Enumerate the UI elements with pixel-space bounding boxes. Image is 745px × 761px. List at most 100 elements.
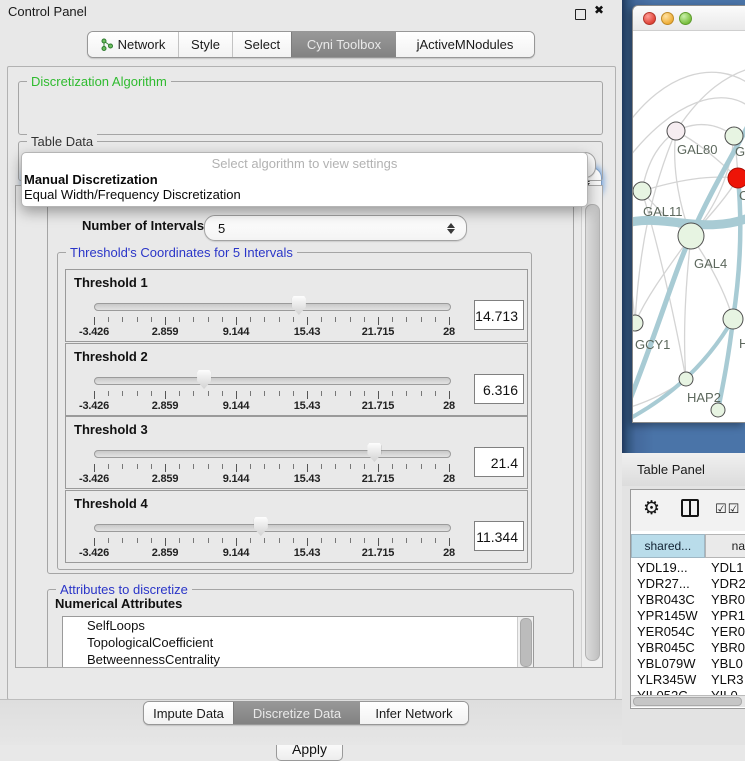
slider-track[interactable] <box>94 303 451 311</box>
zoom-traffic-light-icon[interactable] <box>679 12 692 25</box>
tick-mark <box>321 391 322 396</box>
float-window-icon[interactable] <box>575 9 586 20</box>
tab-style[interactable]: Style <box>178 32 232 57</box>
numerical-attributes-list[interactable]: SelfLoopsTopologicalCoefficientBetweenne… <box>62 616 534 668</box>
edge[interactable] <box>691 236 733 319</box>
gear-icon[interactable]: ⚙ <box>643 497 660 520</box>
group-title: Table Data <box>27 134 97 149</box>
vertical-scrollbar[interactable] <box>581 186 602 667</box>
network-window-titlebar[interactable] <box>633 6 745 31</box>
column-header-na[interactable]: na <box>705 534 745 558</box>
table-row[interactable]: YBL079WYBL0 <box>631 656 745 672</box>
GAL11-node[interactable] <box>633 182 651 200</box>
slider-thumb[interactable] <box>292 296 306 315</box>
close-traffic-light-icon[interactable] <box>643 12 656 25</box>
popup-option-equal-width[interactable]: Equal Width/Frequency Discretization <box>24 187 241 202</box>
threshold-value-field[interactable]: 11.344 <box>474 521 524 551</box>
cell-shared-name: YLR345W <box>631 672 707 688</box>
table-row[interactable]: YER054CYER0 <box>631 624 745 640</box>
tick-mark <box>435 464 436 469</box>
split-columns-icon[interactable] <box>681 499 699 517</box>
checkbox-icons[interactable]: ☑☑ <box>715 501 740 517</box>
table-row[interactable]: YBR045CYBR0 <box>631 640 745 656</box>
tab-infer-network[interactable]: Infer Network <box>360 702 468 724</box>
tick-mark <box>179 317 180 322</box>
node-bottom[interactable] <box>711 403 725 417</box>
network-canvas[interactable]: GAL80GACGAL11GAL4GCY1HHAP2 <box>633 30 745 421</box>
slider-track[interactable] <box>94 450 451 458</box>
tick-label: 21.715 <box>343 400 413 412</box>
minimize-traffic-light-icon[interactable] <box>661 12 674 25</box>
tab-cyni-toolbox[interactable]: Cyni Toolbox <box>291 32 396 57</box>
scrollbar-thumb[interactable] <box>585 204 600 661</box>
slider-thumb[interactable] <box>197 370 211 389</box>
GAL4-node[interactable] <box>678 223 704 249</box>
popup-option-manual[interactable]: Manual Discretization <box>24 172 158 187</box>
tick-mark <box>350 317 351 322</box>
tab-jactivemnodules[interactable]: jActiveMNodules <box>396 32 534 57</box>
tab-impute-data[interactable]: Impute Data <box>144 702 233 724</box>
node-label-gal80: GAL80 <box>677 142 717 157</box>
tab-discretize-data[interactable]: Discretize Data <box>233 702 360 724</box>
threshold-value-field[interactable]: 21.4 <box>474 447 524 477</box>
list-item[interactable]: SelfLoops <box>63 617 533 634</box>
num-intervals-select[interactable]: 5 <box>204 215 467 241</box>
tick-mark <box>208 317 209 322</box>
close-icon[interactable]: ✖ <box>594 3 604 17</box>
tick-mark <box>449 464 450 472</box>
red-node[interactable] <box>728 168 745 188</box>
tab-label: Discretize Data <box>253 706 341 721</box>
tab-select[interactable]: Select <box>232 32 291 57</box>
tick-mark <box>279 464 280 469</box>
slider-track[interactable] <box>94 377 451 385</box>
edge[interactable] <box>633 72 745 125</box>
threshold-value-field[interactable]: 14.713 <box>474 300 524 330</box>
tick-mark <box>364 317 365 322</box>
horizontal-scrollbar[interactable] <box>631 695 745 707</box>
threshold-value-field[interactable]: 6.316 <box>474 374 524 404</box>
tab-network[interactable]: Network <box>88 32 178 57</box>
edge[interactable] <box>642 131 676 191</box>
tick-mark <box>392 464 393 469</box>
slider-thumb[interactable] <box>254 517 268 536</box>
list-item[interactable]: BetweennessCentrality <box>63 651 533 668</box>
list-item[interactable]: TopologicalCoefficient <box>63 634 533 651</box>
slider-track[interactable] <box>94 524 451 532</box>
table-row[interactable]: YLR345WYLR3 <box>631 672 745 688</box>
GAL80-node[interactable] <box>667 122 685 140</box>
cell-shared-name: YDL19... <box>631 560 707 576</box>
node-h[interactable] <box>723 309 743 329</box>
tick-mark <box>193 391 194 396</box>
cell-shared-name: YDR27... <box>631 576 707 592</box>
GCY1-node[interactable] <box>633 315 643 331</box>
tick-mark <box>293 464 294 469</box>
node-top-right[interactable] <box>725 127 743 145</box>
scrollbar-thumb[interactable] <box>633 697 742 706</box>
table-panel-titlebar[interactable]: Table Panel <box>622 453 745 487</box>
cell-shared-name: YBR045C <box>631 640 707 656</box>
tick-mark <box>250 391 251 396</box>
panel-title: Control Panel <box>8 4 87 19</box>
edge[interactable] <box>633 262 635 323</box>
list-scrollbar[interactable] <box>517 617 533 668</box>
HAP2-node[interactable] <box>679 372 693 386</box>
tab-label: Impute Data <box>153 706 224 721</box>
table-row[interactable]: YBR043CYBR0 <box>631 592 745 608</box>
tick-mark <box>137 317 138 322</box>
tick-mark <box>250 317 251 322</box>
tick-mark <box>364 391 365 396</box>
tick-mark <box>435 391 436 396</box>
column-header-shared-[interactable]: shared... <box>631 534 705 558</box>
node-table: ⚙ ☑☑ shared...na YDL19...YDL1YDR27...YDR… <box>630 489 745 709</box>
tick-mark <box>165 464 166 472</box>
tick-mark <box>279 317 280 322</box>
slider-thumb[interactable] <box>367 443 381 462</box>
edge[interactable] <box>685 236 691 379</box>
tick-mark <box>179 538 180 543</box>
tick-mark <box>108 391 109 396</box>
table-row[interactable]: YPR145WYPR1 <box>631 608 745 624</box>
table-row[interactable]: YDR27...YDR2 <box>631 576 745 592</box>
control-panel-window: Control Panel ✖ NetworkStyleSelectCyni T… <box>0 0 622 745</box>
table-row[interactable]: YDL19...YDL1 <box>631 560 745 576</box>
group-title: Attributes to discretize <box>56 582 192 597</box>
